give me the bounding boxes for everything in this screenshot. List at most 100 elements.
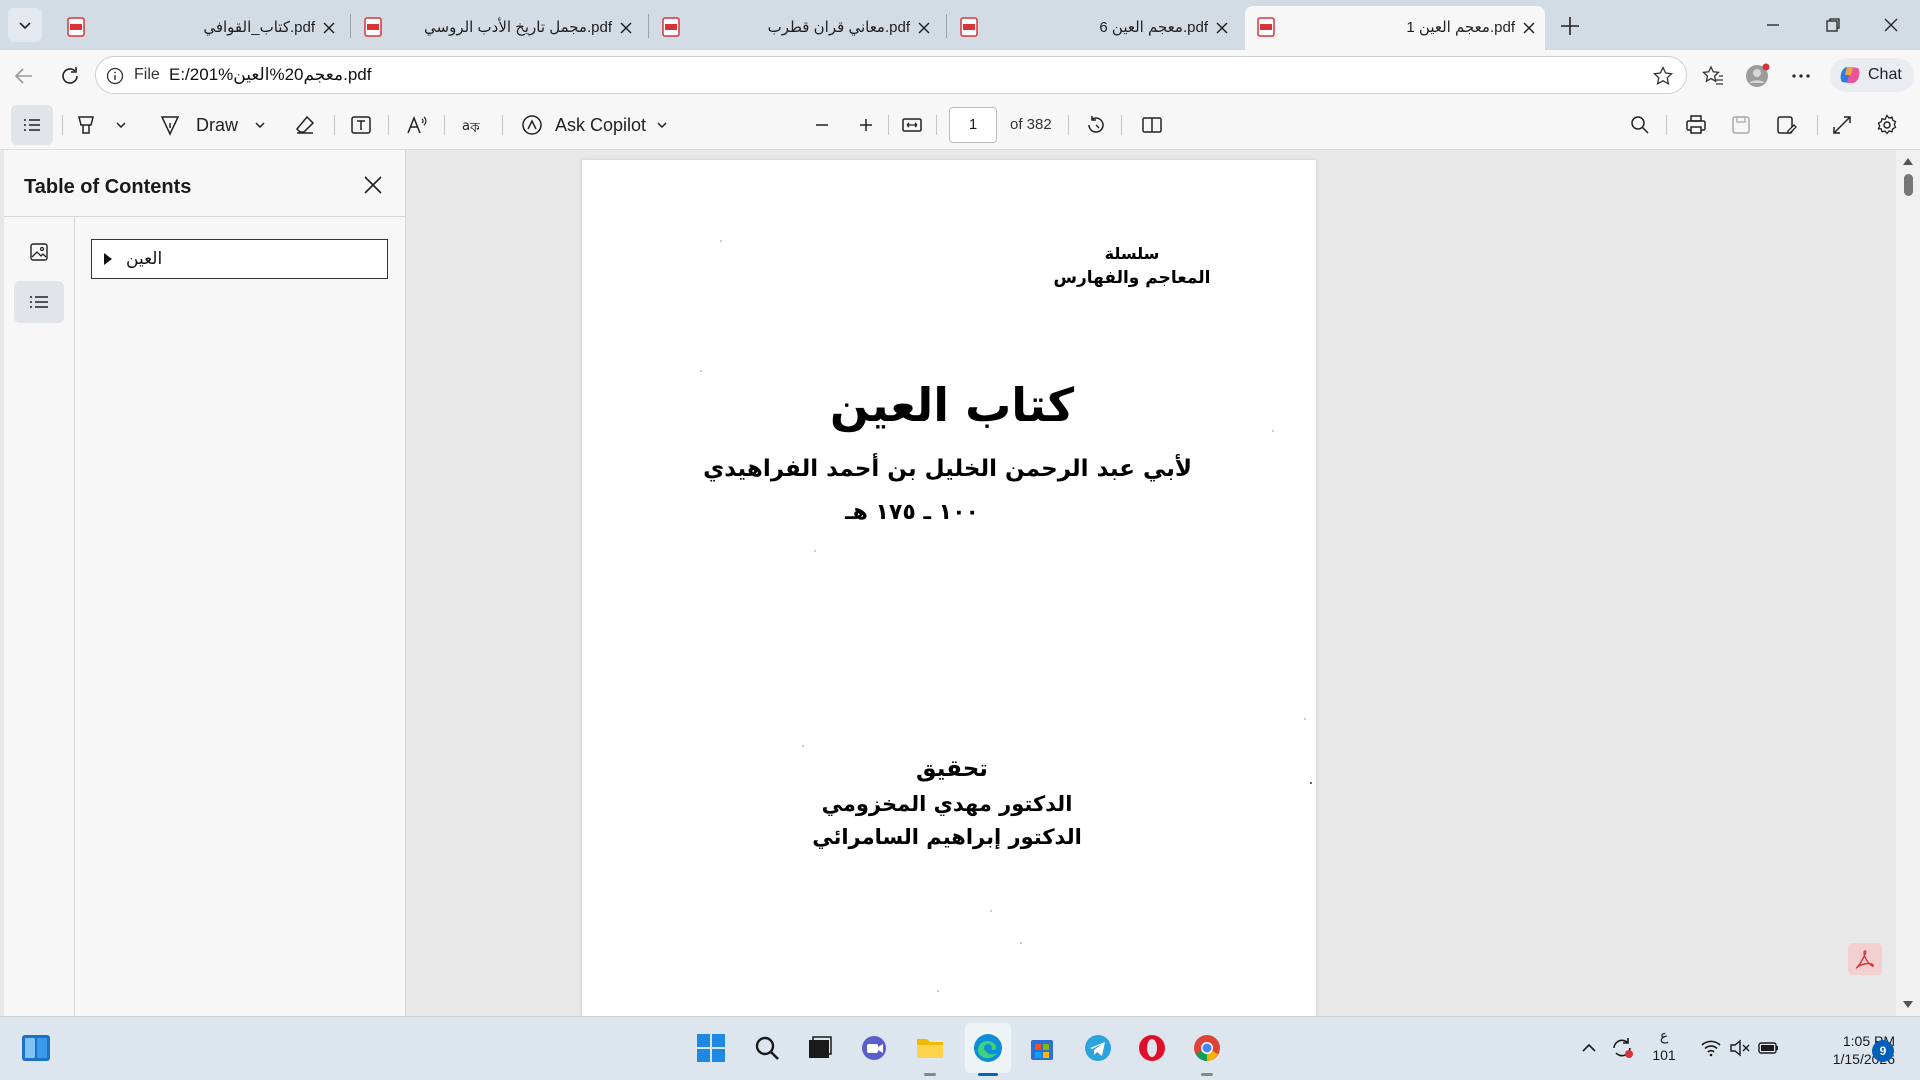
- acrobat-button[interactable]: [1848, 943, 1882, 975]
- close-icon[interactable]: [618, 20, 634, 36]
- minimize-icon[interactable]: [1760, 12, 1786, 38]
- battery-button[interactable]: [1752, 1031, 1786, 1065]
- notification-badge[interactable]: 9: [1872, 1040, 1894, 1062]
- address-bar-row: File E:/201%معجم20%العين.pdf Chat: [0, 50, 1920, 100]
- tab-russian-literature[interactable]: مجمل تاريخ الأدب الروسي.pdf: [352, 6, 642, 50]
- microsoft-store-button[interactable]: [1025, 1031, 1059, 1065]
- sync-status-button[interactable]: [1605, 1031, 1639, 1065]
- telegram-button[interactable]: [1081, 1031, 1115, 1065]
- scroll-up-arrow-icon[interactable]: [1903, 158, 1913, 165]
- opera-button[interactable]: [1135, 1031, 1169, 1065]
- outline-button[interactable]: [14, 281, 64, 323]
- rotate-icon[interactable]: [1084, 113, 1108, 137]
- keyboard-lang-label[interactable]: ع: [1652, 1027, 1676, 1044]
- favorites-icon[interactable]: [1700, 63, 1726, 89]
- highlight-dropdown-chevron-icon[interactable]: [109, 113, 133, 137]
- draw-pen-icon[interactable]: [158, 113, 182, 137]
- telegram-icon: [1085, 1035, 1111, 1061]
- read-aloud-icon[interactable]: [405, 113, 429, 137]
- back-arrow-icon[interactable]: [11, 63, 37, 89]
- refresh-icon[interactable]: [57, 63, 83, 89]
- profile-avatar-icon[interactable]: [1744, 63, 1770, 89]
- tab-divider: [946, 14, 947, 38]
- vertical-scrollbar[interactable]: [1896, 150, 1920, 1016]
- keyboard-layout-label[interactable]: 101: [1648, 1047, 1680, 1063]
- add-text-icon[interactable]: [349, 113, 373, 137]
- start-button[interactable]: [694, 1031, 728, 1065]
- toolbar-divider: [1068, 115, 1069, 135]
- show-hidden-icons-button[interactable]: [1572, 1031, 1606, 1065]
- ask-copilot-chevron-icon[interactable]: [650, 113, 674, 137]
- address-input[interactable]: File E:/201%معجم20%العين.pdf: [95, 56, 1687, 94]
- search-taskbar-button[interactable]: [750, 1031, 784, 1065]
- zoom-in-icon[interactable]: [854, 113, 878, 137]
- fullscreen-expand-icon[interactable]: [1830, 113, 1854, 137]
- scrollbar-thumb[interactable]: [1904, 174, 1913, 196]
- toc-list-icon[interactable]: [20, 113, 44, 137]
- expand-caret-icon[interactable]: [104, 253, 112, 265]
- tab-quran-qutrub[interactable]: معاني قران قطرب.pdf: [650, 6, 940, 50]
- copilot-icon: [1840, 67, 1860, 83]
- svg-text:a: a: [462, 119, 470, 134]
- ask-copilot-icon[interactable]: [520, 113, 544, 137]
- fit-width-icon[interactable]: [900, 113, 924, 137]
- close-icon[interactable]: [1214, 20, 1230, 36]
- scan-speck: [937, 990, 939, 992]
- thumbnails-button[interactable]: [14, 231, 64, 273]
- task-view-button[interactable]: [803, 1031, 837, 1065]
- document-viewer[interactable]: سلسلة المعاجم والفهارس كتاب العين لأبي ع…: [406, 150, 1896, 1016]
- translate-icon[interactable]: aক: [460, 113, 484, 137]
- zoom-out-icon[interactable]: [810, 113, 834, 137]
- file-explorer-button[interactable]: [913, 1031, 947, 1065]
- search-icon: [755, 1036, 779, 1060]
- scroll-down-arrow-icon[interactable]: [1903, 1001, 1913, 1008]
- chrome-button[interactable]: [1190, 1031, 1224, 1065]
- tab-ain-1-active[interactable]: معجم العين 1.pdf: [1245, 6, 1545, 50]
- info-icon[interactable]: [106, 67, 124, 85]
- panel-title: Table of Contents: [24, 176, 192, 198]
- eraser-icon[interactable]: [293, 113, 317, 137]
- widgets-button[interactable]: [19, 1031, 53, 1065]
- close-icon[interactable]: [916, 20, 932, 36]
- save-as-icon[interactable]: [1774, 113, 1798, 137]
- chrome-icon: [1194, 1035, 1220, 1061]
- close-icon[interactable]: [321, 20, 337, 36]
- highlight-icon[interactable]: [74, 113, 98, 137]
- draw-button-label[interactable]: Draw: [196, 100, 238, 150]
- print-icon[interactable]: [1684, 113, 1708, 137]
- favorite-star-icon[interactable]: [1652, 65, 1674, 87]
- table-of-contents-panel: Table of Contents العين: [4, 150, 406, 1016]
- search-icon[interactable]: [1628, 113, 1652, 137]
- scan-speck: [1304, 718, 1306, 720]
- page-number-input[interactable]: 1: [949, 107, 997, 143]
- file-scheme-label: File: [134, 66, 160, 83]
- new-tab-plus-icon[interactable]: [1557, 13, 1583, 39]
- close-icon[interactable]: [1521, 20, 1537, 36]
- page-view-icon[interactable]: [1140, 113, 1164, 137]
- ask-copilot-label[interactable]: Ask Copilot: [555, 100, 646, 150]
- image-thumbnail-icon: [30, 243, 48, 261]
- close-window-icon[interactable]: [1878, 12, 1904, 38]
- restore-icon[interactable]: [1820, 12, 1846, 38]
- tab-title: معجم العين 1.pdf: [1406, 19, 1515, 36]
- tab-actions-menu-button[interactable]: [8, 8, 42, 42]
- edge-button[interactable]: [971, 1031, 1005, 1065]
- toolbar-divider: [334, 115, 335, 135]
- close-panel-icon[interactable]: [360, 172, 386, 198]
- copilot-chat-button[interactable]: Chat: [1830, 58, 1914, 92]
- tab-qawafi[interactable]: كتاب_القوافي.pdf: [55, 6, 345, 50]
- chevron-up-icon: [1582, 1043, 1596, 1052]
- settings-gear-icon[interactable]: [1875, 113, 1899, 137]
- teams-meet-button[interactable]: [858, 1031, 892, 1065]
- scan-speck: [990, 910, 992, 912]
- toc-item-ain[interactable]: العين: [91, 239, 388, 279]
- series-line-1: سلسلة: [1104, 244, 1160, 263]
- draw-dropdown-chevron-icon[interactable]: [248, 113, 272, 137]
- opera-icon: [1139, 1035, 1165, 1061]
- more-options-icon[interactable]: [1788, 63, 1814, 89]
- scan-speck: [1272, 430, 1274, 432]
- windows-logo-icon: [697, 1034, 725, 1062]
- store-icon: [1031, 1040, 1053, 1060]
- save-icon[interactable]: [1729, 113, 1753, 137]
- tab-ain-6[interactable]: معجم العين 6.pdf: [948, 6, 1238, 50]
